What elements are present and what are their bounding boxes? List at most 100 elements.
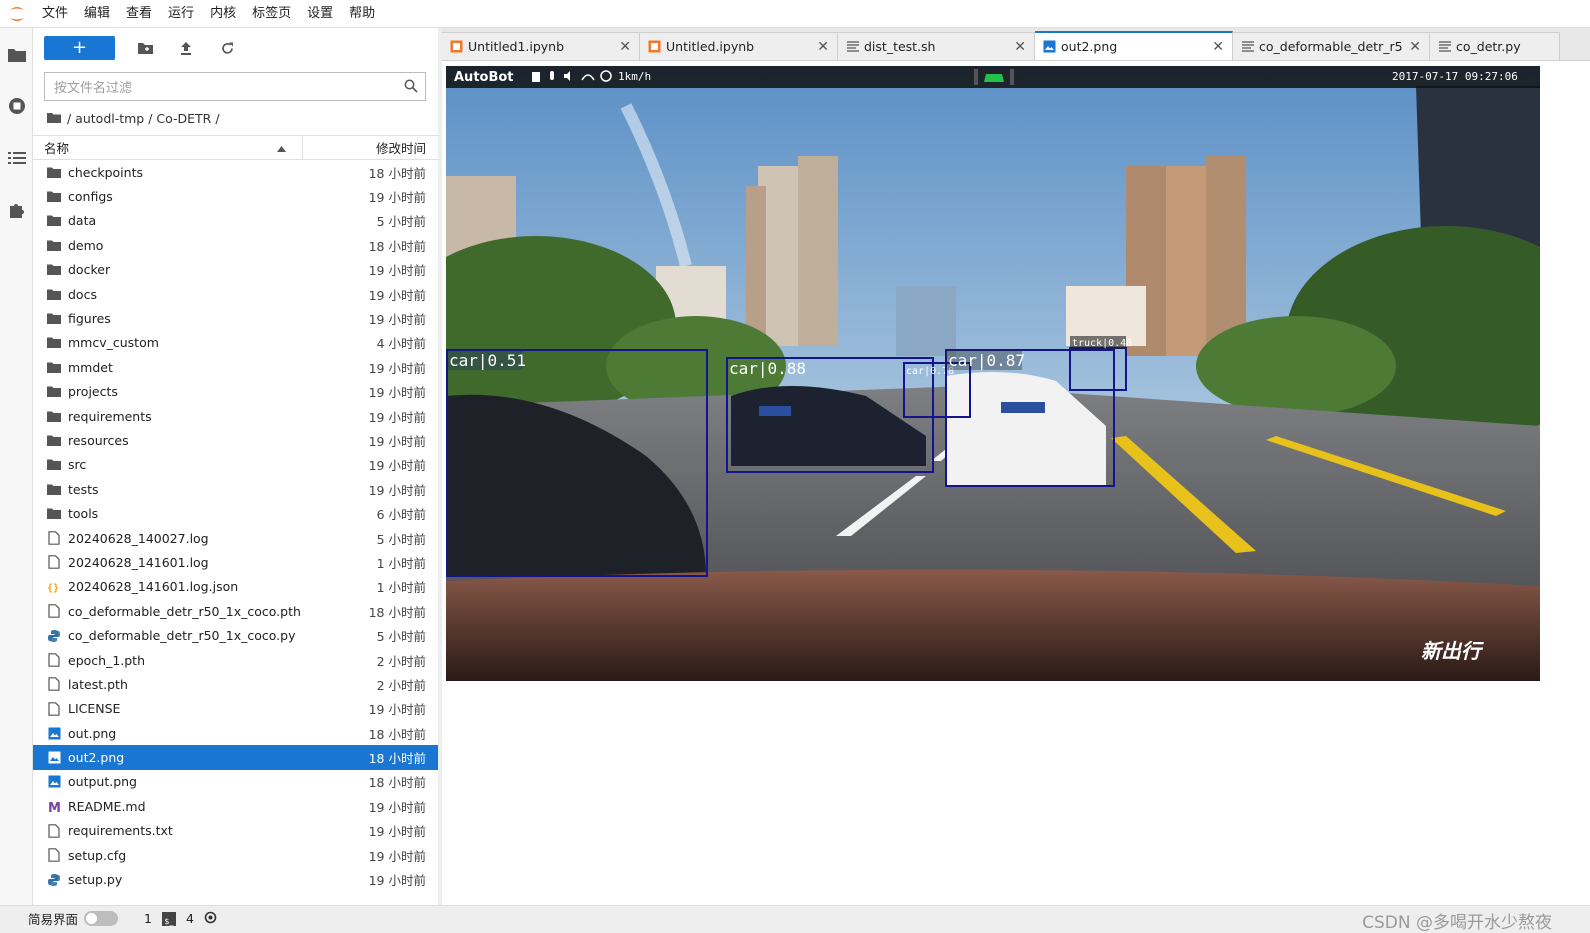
folder-icon [47,165,61,179]
svg-text:car|0.88: car|0.88 [729,359,806,378]
file-icon [47,848,61,862]
modified-column-header[interactable]: 修改时间 [303,138,438,157]
python-icon [47,629,61,643]
menu-settings[interactable]: 设置 [299,0,341,28]
file-row[interactable]: mmdet 19 小时前 [33,355,438,379]
menu-help[interactable]: 帮助 [341,0,383,28]
file-row[interactable]: epoch_1.pth 2 小时前 [33,648,438,672]
file-row[interactable]: tests 19 小时前 [33,477,438,501]
markdown-icon: M [47,799,61,813]
file-row[interactable]: M README.md 19 小时前 [33,794,438,818]
name-column-header[interactable]: 名称 [33,136,303,159]
file-row[interactable]: out2.png 18 小时前 [33,745,438,770]
table-of-contents-icon[interactable] [0,132,33,184]
file-row[interactable]: docs 19 小时前 [33,282,438,306]
file-name: figures [68,311,111,327]
svg-text:M: M [48,801,61,813]
close-icon[interactable]: ✕ [817,39,829,55]
close-icon[interactable]: ✕ [619,39,631,55]
tab-5[interactable]: co_deformable_detr_r50_1 ✕ [1233,32,1430,60]
file-row[interactable]: setup.py 19 小时前 [33,867,438,891]
home-folder-icon[interactable] [47,111,61,126]
tab-label: co_detr.py [1456,39,1521,54]
file-modified-time: 19 小时前 [368,263,426,279]
file-row[interactable]: co_deformable_detr_r50_1x_coco.pth 18 小时前 [33,599,438,623]
file-name: LICENSE [68,701,121,717]
terminal-count[interactable]: 4 [186,911,194,926]
file-row[interactable]: requirements.txt 19 小时前 [33,819,438,843]
file-row[interactable]: figures 19 小时前 [33,306,438,330]
file-row[interactable]: {} 20240628_141601.log.json 1 小时前 [33,575,438,599]
file-row[interactable]: output.png 18 小时前 [33,770,438,794]
file-name: src [68,457,87,473]
menu-edit[interactable]: 编辑 [76,0,118,28]
tab-4[interactable]: out2.png ✕ [1035,31,1233,60]
kernel-settings-icon[interactable] [204,911,217,927]
file-row[interactable]: docker 19 小时前 [33,258,438,282]
file-row[interactable]: tools 6 小时前 [33,501,438,525]
file-row[interactable]: co_deformable_detr_r50_1x_coco.py 5 小时前 [33,623,438,647]
file-name: docs [68,286,97,302]
file-row[interactable]: src 19 小时前 [33,453,438,477]
file-name: co_deformable_detr_r50_1x_coco.pth [68,603,301,619]
file-name: 20240628_141601.log.json [68,579,239,595]
close-icon[interactable]: ✕ [1212,39,1224,55]
breadcrumb-path[interactable]: / autodl-tmp / Co-DETR / [67,111,220,126]
close-icon[interactable]: ✕ [1409,39,1421,55]
extension-puzzle-icon[interactable] [0,184,33,236]
file-row[interactable]: mmcv_custom 4 小时前 [33,331,438,355]
json-icon: {} [47,580,61,594]
dashcam-brand: AutoBot [454,70,514,85]
tab-6[interactable]: co_detr.py [1430,32,1560,60]
menu-kernel[interactable]: 内核 [202,0,244,28]
menu-view[interactable]: 查看 [118,0,160,28]
new-folder-icon[interactable] [131,36,159,60]
folder-icon [47,287,61,301]
folder-icon [47,214,61,228]
file-row[interactable]: latest.pth 2 小时前 [33,672,438,696]
menu-tabs[interactable]: 标签页 [244,0,299,28]
notebook-icon [450,40,463,53]
file-row[interactable]: 20240628_140027.log 5 小时前 [33,526,438,550]
refresh-icon[interactable] [213,36,241,60]
file-row[interactable]: projects 19 小时前 [33,380,438,404]
corner-logo: 新出行 [1421,639,1484,663]
menu-file[interactable]: 文件 [34,0,76,28]
folder-icon [47,409,61,423]
filter-input[interactable]: 按文件名过滤 [44,72,426,101]
running-kernels-icon[interactable] [0,80,33,132]
file-row[interactable]: requirements 19 小时前 [33,404,438,428]
file-icon [47,531,61,545]
upload-icon[interactable] [172,36,200,60]
kernel-count[interactable]: 1 [144,911,152,926]
file-row[interactable]: 20240628_141601.log 1 小时前 [33,550,438,574]
folder-icon [47,190,61,204]
file-row[interactable]: demo 18 小时前 [33,233,438,257]
folder-icon [47,238,61,252]
folder-icon [47,360,61,374]
close-icon[interactable]: ✕ [1014,39,1026,55]
svg-text:truck|0.48: truck|0.48 [1072,338,1132,349]
menu-run[interactable]: 运行 [160,0,202,28]
file-row[interactable]: setup.cfg 19 小时前 [33,843,438,867]
folder-icon[interactable] [0,28,33,80]
file-row[interactable]: LICENSE 19 小时前 [33,697,438,721]
tab-2[interactable]: Untitled.ipynb ✕ [640,32,838,60]
file-name: 20240628_140027.log [68,530,209,546]
file-modified-time: 18 小时前 [368,165,426,181]
file-row[interactable]: checkpoints 18 小时前 [33,160,438,184]
file-row[interactable]: out.png 18 小时前 [33,721,438,745]
file-icon [47,677,61,692]
jupyter-logo-icon[interactable] [0,0,34,28]
tab-3[interactable]: dist_test.sh ✕ [838,32,1035,60]
file-row[interactable]: resources 19 小时前 [33,428,438,452]
file-row[interactable]: configs 19 小时前 [33,184,438,208]
dashcam-image: AutoBot 1km/h 2017-07-17 09:27:06 新出行 ca… [446,66,1540,681]
tab-1[interactable]: Untitled1.ipynb ✕ [442,32,640,60]
python-icon [47,873,61,887]
new-launcher-button[interactable]: + [44,36,115,60]
file-modified-time: 5 小时前 [376,531,426,547]
simple-mode-toggle[interactable] [84,911,119,926]
file-row[interactable]: data 5 小时前 [33,209,438,233]
file-name: checkpoints [68,164,143,180]
